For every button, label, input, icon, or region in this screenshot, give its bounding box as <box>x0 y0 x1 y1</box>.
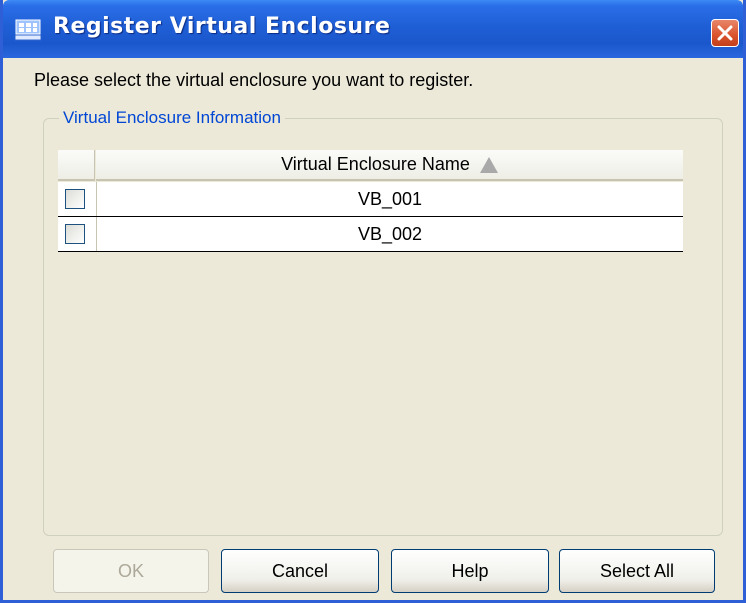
virtual-enclosure-table: Virtual Enclosure Name VB_001 VB_002 <box>58 150 683 252</box>
close-icon <box>717 25 733 41</box>
instruction-text: Please select the virtual enclosure you … <box>34 70 474 90</box>
cancel-button[interactable]: Cancel <box>221 549 379 593</box>
ok-button[interactable]: OK <box>53 549 209 593</box>
row-checkbox[interactable] <box>65 224 85 244</box>
column-header-name-label: Virtual Enclosure Name <box>281 154 470 174</box>
row-checkbox-cell <box>58 182 95 216</box>
dialog-window: Register Virtual Enclosure Please select… <box>0 0 746 603</box>
window-title: Register Virtual Enclosure <box>53 14 391 39</box>
help-button[interactable]: Help <box>391 549 549 593</box>
column-header-select[interactable] <box>58 150 95 181</box>
app-window-icon <box>14 19 42 41</box>
row-name-cell: VB_002 <box>96 217 683 251</box>
row-checkbox-cell <box>58 217 95 251</box>
row-checkbox[interactable] <box>65 189 85 209</box>
table-header: Virtual Enclosure Name <box>58 150 683 182</box>
title-bar[interactable]: Register Virtual Enclosure <box>3 0 743 58</box>
row-name-cell: VB_001 <box>96 182 683 216</box>
select-all-button[interactable]: Select All <box>559 549 715 593</box>
close-button[interactable] <box>711 19 739 47</box>
table-row[interactable]: VB_001 <box>58 182 683 217</box>
groupbox-label: Virtual Enclosure Information <box>59 108 285 128</box>
column-header-name[interactable]: Virtual Enclosure Name <box>96 150 683 181</box>
sort-ascending-icon <box>479 156 498 173</box>
table-row[interactable]: VB_002 <box>58 217 683 252</box>
